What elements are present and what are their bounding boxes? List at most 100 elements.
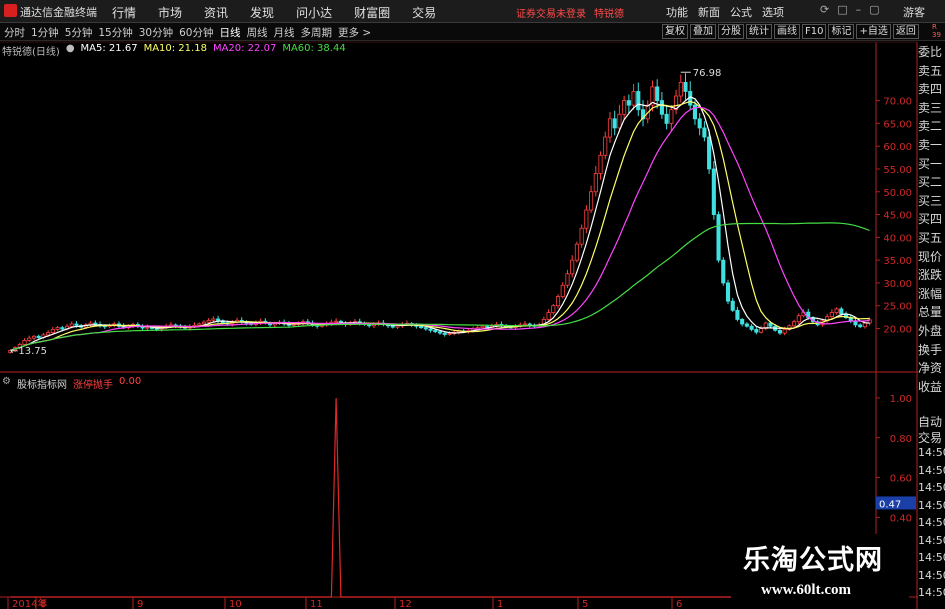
ind-tick-label-1: 0.80 — [890, 434, 912, 445]
candle-body-128 — [612, 118, 617, 129]
date-label-1: 8 — [40, 599, 46, 609]
candle-body-14 — [74, 323, 79, 326]
tick-time-8: 14:50 — [918, 586, 945, 599]
price-tick-label-8: 60.00 — [883, 142, 912, 153]
candle-body-8 — [46, 332, 51, 336]
candle-body-4 — [27, 337, 32, 341]
site-watermark: 乐淘公式网 www.60lt.com — [731, 534, 909, 604]
candle-body-176 — [839, 308, 844, 315]
legend-dot-icon: ● — [65, 43, 75, 54]
candle-body-100 — [480, 325, 485, 329]
quote-field-1[interactable]: 卖五 — [918, 62, 945, 81]
quote-field-7[interactable]: 买二 — [918, 173, 945, 192]
quote-field-3[interactable]: 卖三 — [918, 99, 945, 118]
price-tick-label-3: 35.00 — [883, 256, 912, 267]
indicator-gear-icon[interactable]: ⚙ — [2, 376, 11, 391]
candle-body-167 — [796, 315, 801, 323]
candle-body-151 — [721, 259, 726, 284]
tick-time-7: 14:50 — [918, 568, 945, 582]
quote-field-12[interactable]: 涨跌 — [918, 266, 945, 285]
quote-field-8[interactable]: 买三 — [918, 192, 945, 211]
candle-body-152 — [725, 282, 731, 302]
quote-field-10[interactable]: 买五 — [918, 229, 945, 248]
candle-body-90 — [433, 329, 438, 333]
candle-body-116 — [555, 296, 561, 307]
candle-body-41 — [201, 321, 206, 325]
quote-field-9[interactable]: 买四 — [918, 210, 945, 229]
quote-field-5[interactable]: 卖一 — [918, 136, 945, 155]
candle-body-119 — [570, 259, 575, 275]
quote-field-6[interactable]: 买一 — [918, 155, 945, 174]
tick-time-2: 14:50 — [918, 481, 945, 494]
quote-field-15[interactable]: 外盘 — [918, 322, 945, 341]
candle-body-5 — [31, 335, 37, 339]
candle-body-155 — [740, 319, 745, 325]
quote-field-18[interactable]: 收益 — [918, 378, 945, 397]
candle-body-156 — [744, 323, 749, 327]
indicator-series-label: 涨停抛手 — [72, 380, 113, 391]
price-tick-label-10: 70.00 — [883, 97, 912, 108]
candle-body-153 — [730, 300, 735, 311]
candle-body-10 — [55, 327, 60, 330]
ma-legend-0: MA5: 21.67 — [80, 43, 138, 54]
candle-body-132 — [631, 91, 636, 106]
candle-body-175 — [834, 308, 839, 313]
quote-field-14[interactable]: 总量 — [918, 303, 945, 322]
candle-body-82 — [395, 325, 400, 328]
date-label-3: 10 — [229, 599, 242, 609]
candle-body-149 — [711, 168, 716, 215]
date-label-6: 1 — [497, 599, 503, 609]
quote-field-17[interactable]: 净资 — [918, 359, 945, 378]
low-price-label: ←13.75 — [10, 346, 47, 357]
quote-field-0[interactable]: 委比 — [918, 43, 945, 62]
candle-body-164 — [782, 329, 787, 334]
candle-body-150 — [716, 214, 721, 261]
candle-body-137 — [655, 86, 660, 101]
ind-tick-label-3: 0.40 — [890, 513, 912, 524]
candle-body-92 — [442, 332, 447, 335]
candle-body-11 — [60, 327, 65, 330]
kline-chart[interactable]: 20.0025.0030.0035.0040.0045.0050.0055.00… — [0, 0, 945, 609]
candle-body-118 — [565, 273, 570, 286]
ma-line-MA10 — [10, 100, 870, 351]
candle-body-139 — [664, 113, 669, 124]
ma-legend-3: MA60: 38.44 — [282, 43, 346, 54]
tick-time-5: 14:50 — [918, 533, 945, 547]
price-tick-label-7: 55.00 — [883, 165, 912, 176]
candle-body-180 — [858, 324, 863, 328]
price-tick-label-6: 50.00 — [883, 188, 912, 199]
candle-body-40 — [197, 323, 202, 326]
indicator-legend: ⚙ 股标指标网 涨停抛手 0.00 — [2, 376, 141, 391]
candle-body-129 — [617, 113, 622, 129]
candle-body-154 — [735, 309, 740, 320]
candle-body-126 — [603, 136, 608, 156]
candle-body-125 — [598, 154, 603, 174]
candle-body-93 — [447, 333, 452, 335]
candle-body-81 — [390, 325, 395, 328]
auto-trade-label[interactable]: 自动 交易 — [918, 414, 942, 446]
candle-body-87 — [419, 325, 424, 329]
candle-body-146 — [697, 118, 702, 129]
price-tick-label-0: 20.00 — [883, 325, 912, 336]
price-tick-label-4: 40.00 — [883, 233, 912, 244]
ind-tick-label-2: 0.60 — [890, 474, 912, 485]
watermark-title: 乐淘公式网 — [743, 545, 883, 576]
indicator-name[interactable]: 股标指标网 — [17, 376, 67, 391]
candle-body-123 — [589, 191, 594, 211]
price-axis: 20.00 25.00 30.00 35.00 40.00 45.00 50.00 55.00… — [876, 97, 912, 336]
price-tick-label-5: 45.00 — [883, 211, 912, 222]
quote-field-2[interactable]: 卖四 — [918, 80, 945, 99]
quote-field-11[interactable]: 现价 — [918, 248, 945, 267]
date-label-5: 12 — [399, 599, 412, 609]
candle-body-147 — [702, 127, 707, 138]
candle-body-18 — [93, 322, 98, 325]
candle-body-131 — [626, 100, 631, 106]
quote-field-13[interactable]: 涨幅 — [918, 285, 945, 304]
panel-corner-label: R 39 — [932, 23, 941, 39]
candle-body-124 — [593, 173, 598, 193]
candle-body-42 — [206, 319, 211, 323]
quote-field-16[interactable]: 换手 — [918, 341, 945, 360]
date-label-2: 9 — [137, 599, 143, 609]
candle-body-122 — [584, 209, 589, 229]
quote-field-4[interactable]: 卖二 — [918, 117, 945, 136]
